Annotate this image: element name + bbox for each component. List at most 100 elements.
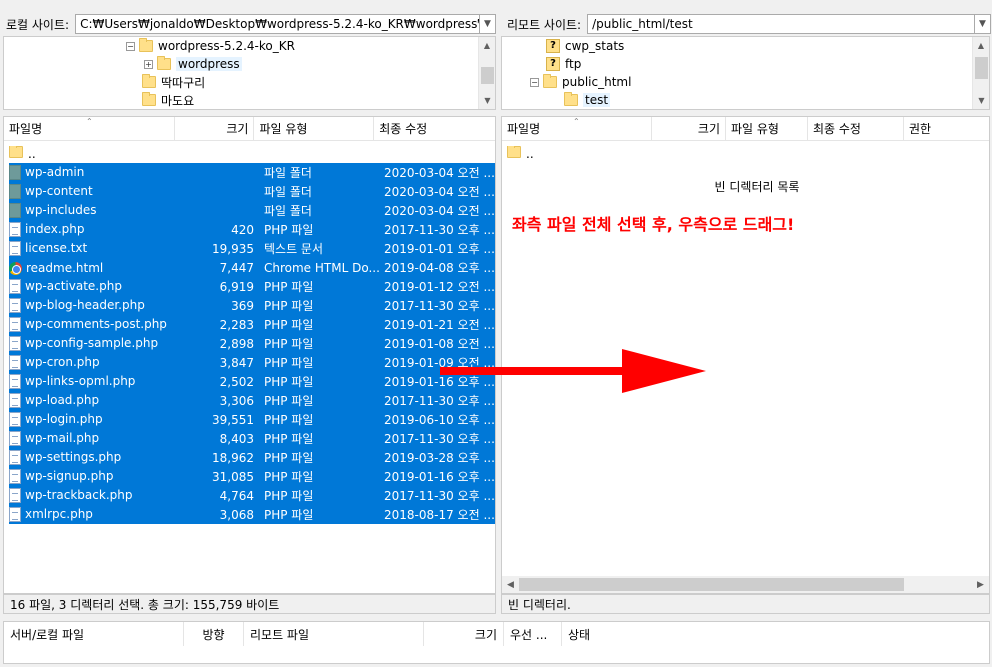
tree-node[interactable]: ? cwp_stats	[546, 37, 624, 55]
tree-node[interactable]: + wordpress	[144, 55, 242, 73]
file-modified: 2020-03-04 오전 ...	[384, 185, 495, 199]
remote-directory-tree[interactable]: ? cwp_stats ? ftp − public_html test ▲ ▼	[501, 36, 990, 110]
file-type: Chrome HTML Do...	[264, 260, 380, 275]
local-file-row[interactable]: wp-settings.php 18,962 PHP 파일 2019-03-28 오후…	[9, 448, 495, 467]
tree-node[interactable]: test	[564, 91, 611, 109]
tree-node[interactable]: ? ftp	[546, 55, 581, 73]
local-file-row[interactable]: wp-content 파일 폴더 2020-03-04 오전 ...	[9, 182, 495, 201]
file-type: PHP 파일	[264, 223, 314, 237]
local-directory-tree[interactable]: − wordpress-5.2.4-ko_KR + wordpress 딱따구리 마…	[3, 36, 496, 110]
local-file-row[interactable]: wp-blog-header.php 369 PHP 파일 2017-11-30 오후…	[9, 296, 495, 315]
scrollbar-thumb[interactable]	[519, 578, 904, 591]
question-icon: ?	[546, 57, 560, 71]
tree-node[interactable]: − public_html	[530, 73, 631, 91]
local-file-row[interactable]: wp-config-sample.php 2,898 PHP 파일 2019-01-0…	[9, 334, 495, 353]
file-type: PHP 파일	[264, 394, 314, 408]
file-type: PHP 파일	[264, 470, 314, 484]
scrollbar[interactable]: ▲ ▼	[478, 37, 495, 109]
column-priority[interactable]: 우선 ...	[504, 622, 562, 646]
chevron-down-icon[interactable]: ▼	[975, 14, 991, 34]
file-size: 3,306	[219, 393, 254, 408]
local-file-row[interactable]: wp-trackback.php 4,764 PHP 파일 2017-11-30 오후…	[9, 486, 495, 505]
local-file-list[interactable]: 파일명 크기 파일 유형 최종 수정 ⌃ .. wp-admin 파일 폴더 202…	[3, 116, 496, 594]
file-size: 18,962	[212, 450, 254, 465]
expand-icon[interactable]: +	[144, 59, 153, 69]
local-file-row[interactable]: index.php 420 PHP 파일 2017-11-30 오후 ...	[9, 220, 495, 239]
folder-icon	[543, 74, 557, 88]
sort-up-icon: ⌃	[573, 117, 580, 126]
file-size: 3,847	[219, 355, 254, 370]
local-file-row[interactable]: wp-activate.php 6,919 PHP 파일 2019-01-12 오전 …	[9, 277, 495, 296]
folder-icon	[507, 146, 521, 158]
scrollbar[interactable]: ▲ ▼	[972, 37, 989, 109]
chevron-down-icon[interactable]: ▼	[480, 14, 496, 34]
chevron-right-icon[interactable]: ▶	[972, 580, 989, 590]
file-type: PHP 파일	[264, 375, 314, 389]
file-modified: 2019-01-21 오전 ...	[384, 318, 495, 332]
local-file-row[interactable]: wp-includes 파일 폴더 2020-03-04 오전 ...	[9, 201, 495, 220]
collapse-icon[interactable]: −	[530, 77, 539, 87]
parent-directory-row[interactable]: ..	[9, 144, 495, 163]
queue-header: 서버/로컬 파일 방향 리모트 파일 크기 우선 ... 상태	[4, 622, 989, 646]
column-modified[interactable]: 최종 수정	[808, 117, 904, 141]
local-file-row[interactable]: wp-links-opml.php 2,502 PHP 파일 2019-01-16 오…	[9, 372, 495, 391]
file-type: PHP 파일	[264, 508, 314, 522]
column-size[interactable]: 크기	[175, 117, 255, 141]
column-filetype[interactable]: 파일 유형	[726, 117, 808, 141]
file-modified: 2017-11-30 오후 ...	[384, 489, 495, 503]
file-size: 2,898	[219, 336, 254, 351]
column-size[interactable]: 크기	[424, 622, 504, 646]
file-modified: 2019-03-28 오후 ...	[384, 451, 495, 465]
remote-status-bar: 빈 디렉터리.	[501, 594, 990, 614]
remote-site-label: 리모트 사이트:	[507, 17, 582, 32]
column-size[interactable]: 크기	[652, 117, 726, 141]
chevron-left-icon[interactable]: ◀	[502, 580, 519, 590]
local-file-row[interactable]: wp-mail.php 8,403 PHP 파일 2017-11-30 오후 ...	[9, 429, 495, 448]
chevron-down-icon[interactable]: ▼	[479, 92, 495, 109]
remote-path-input[interactable]: /public_html/test	[587, 14, 975, 34]
local-file-row[interactable]: wp-signup.php 31,085 PHP 파일 2019-01-16 오후 .…	[9, 467, 495, 486]
local-file-row[interactable]: readme.html 7,447 Chrome HTML Do... 2019-04…	[9, 258, 495, 277]
file-size: 31,085	[212, 469, 254, 484]
scrollbar-thumb[interactable]	[481, 67, 494, 84]
parent-directory-row[interactable]: ..	[507, 144, 987, 163]
local-file-row[interactable]: license.txt 19,935 텍스트 문서 2019-01-01 오후 ...	[9, 239, 495, 258]
column-modified[interactable]: 최종 수정	[374, 117, 495, 141]
chevron-up-icon[interactable]: ▲	[479, 37, 495, 54]
chevron-down-icon[interactable]: ▼	[973, 92, 989, 109]
transfer-queue[interactable]: 서버/로컬 파일 방향 리모트 파일 크기 우선 ... 상태	[3, 621, 990, 664]
local-file-row[interactable]: wp-login.php 39,551 PHP 파일 2019-06-10 오후 ..…	[9, 410, 495, 429]
file-name: license.txt	[25, 241, 88, 255]
collapse-icon[interactable]: −	[126, 41, 135, 51]
column-server-local-file[interactable]: 서버/로컬 파일	[4, 622, 184, 646]
column-permissions[interactable]: 권한	[904, 117, 984, 141]
chevron-up-icon[interactable]: ▲	[973, 37, 989, 54]
scrollbar-thumb[interactable]	[975, 57, 988, 79]
tree-node[interactable]: − wordpress-5.2.4-ko_KR	[126, 37, 295, 55]
file-type: PHP 파일	[264, 432, 314, 446]
local-file-row[interactable]: wp-cron.php 3,847 PHP 파일 2019-01-09 오전 ...	[9, 353, 495, 372]
file-modified: 2019-04-08 오후 ...	[384, 261, 495, 275]
folder-icon	[142, 92, 156, 106]
column-status[interactable]: 상태	[562, 622, 989, 646]
local-file-row[interactable]: wp-load.php 3,306 PHP 파일 2017-11-30 오후 ...	[9, 391, 495, 410]
file-icon	[9, 298, 21, 313]
file-size: 3,068	[219, 507, 254, 522]
file-icon	[9, 222, 21, 237]
local-file-row[interactable]: wp-comments-post.php 2,283 PHP 파일 2019-01-2…	[9, 315, 495, 334]
column-filetype[interactable]: 파일 유형	[254, 117, 375, 141]
local-file-row[interactable]: xmlrpc.php 3,068 PHP 파일 2018-08-17 오전 ...	[9, 505, 495, 524]
annotation-text: 좌측 파일 전체 선택 후, 우측으로 드래그!	[512, 215, 795, 234]
tree-node[interactable]: 마도요	[142, 91, 194, 109]
folder-icon	[142, 74, 156, 88]
column-remote-file[interactable]: 리모트 파일	[244, 622, 424, 646]
file-name: wp-comments-post.php	[25, 317, 167, 331]
column-direction[interactable]: 방향	[184, 622, 244, 646]
local-path-input[interactable]: C:₩Users₩jonaldo₩Desktop₩wordpress-5.2.4…	[75, 14, 480, 34]
local-list-header: 파일명 크기 파일 유형 최종 수정	[4, 117, 495, 141]
horizontal-scrollbar[interactable]: ◀ ▶	[502, 576, 989, 593]
file-type: PHP 파일	[264, 413, 314, 427]
file-type: PHP 파일	[264, 451, 314, 465]
local-file-row[interactable]: wp-admin 파일 폴더 2020-03-04 오전 ...	[9, 163, 495, 182]
tree-node[interactable]: 딱따구리	[142, 73, 205, 91]
